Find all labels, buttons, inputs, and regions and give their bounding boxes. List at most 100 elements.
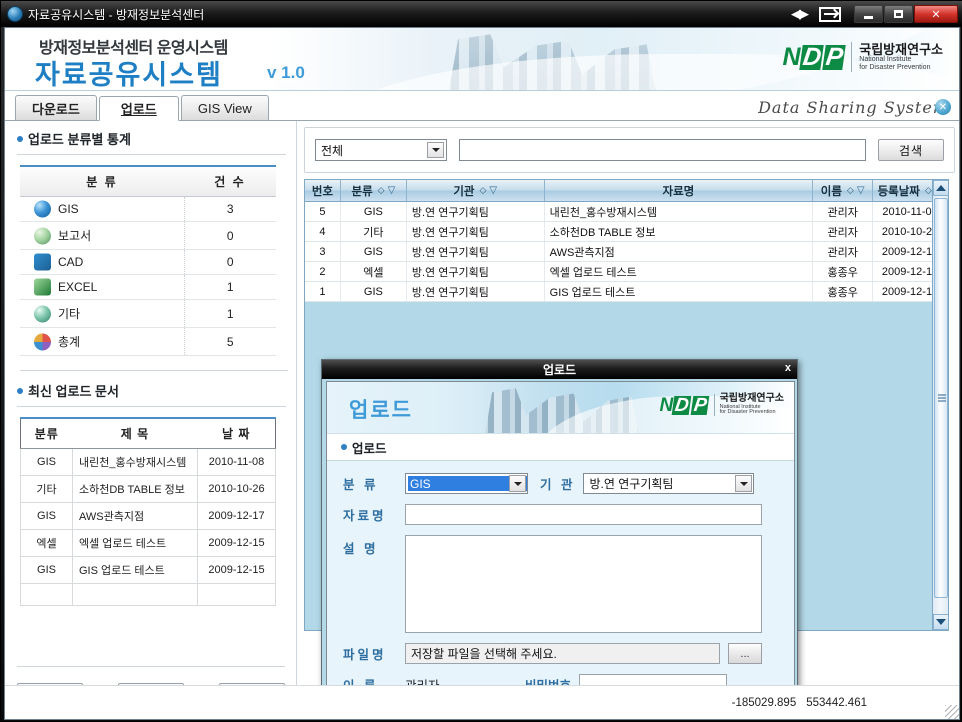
grid-cell-no: 5 [305,202,341,221]
dialog-body: 업로드 ND P 국립방재연구소 National Institute for D… [326,381,795,719]
grid-vertical-scrollbar[interactable] [932,180,948,630]
maximize-icon [894,10,903,18]
table-row[interactable]: EXCEL 1 [20,274,276,300]
ndp-mark-icon: NDP [659,394,709,416]
stats-section-title: 업로드 분류별 통계 [28,132,131,147]
description-textarea[interactable] [405,535,762,633]
close-icon[interactable]: ✕ [935,99,951,115]
table-row[interactable]: 1 GIS 방.연 연구기획팀 GIS 업로드 테스트 홍종우 2009-12-… [305,282,948,302]
filter-funnel-icon[interactable]: ▽ [857,185,865,196]
stats-col-count: 건 수 [184,166,276,197]
ndp-logo: NDP 국립방재연구소 National Institute for Disas… [782,42,943,72]
grid-cell-category: 엑셀 [341,262,407,281]
close-button[interactable]: ✕ [914,5,958,23]
panel-divider [20,370,288,371]
filter-funnel-icon[interactable]: ▽ [489,185,497,196]
browse-file-button[interactable]: ... [728,643,762,664]
grid-cell-org: 방.연 연구기획팀 [407,282,545,301]
list-item[interactable]: GIS 내린천_홍수방재시스템 2010-11-08 [20,448,276,476]
grid-cell-user: 관리자 [813,222,874,241]
recent-col-title: 제 목 [72,418,198,449]
restore-window-icon[interactable] [819,6,841,22]
maximize-button[interactable] [884,5,913,23]
recent-col-category: 분류 [20,418,73,449]
bullet-icon [17,135,23,142]
dialog-banner: 업로드 ND P 국립방재연구소 National Institute for D… [327,382,794,434]
grid-col-no[interactable]: 번호 [305,180,341,201]
sort-icon[interactable]: ◇ [847,185,854,196]
resize-grip[interactable] [945,705,959,719]
tab-gis-view[interactable]: GIS View [180,95,269,120]
grid-cell-category: 기타 [341,222,407,241]
table-row[interactable]: 4 기타 방.연 연구기획팀 소하천DB TABLE 정보 관리자 2010-1… [305,222,948,242]
dataname-input[interactable] [405,504,762,525]
table-row[interactable]: 기타 1 [20,299,276,328]
report-icon [34,227,51,244]
search-bar: 전체 검색 [304,127,955,173]
search-filter-select[interactable]: 전체 [315,139,447,161]
application-window: 자료공유시스템 - 방재정보분석센터 ◀▶ ✕ 방재정보분석센터 운영시스템 자… [0,0,962,722]
bullet-icon [341,444,347,450]
close-icon[interactable]: x [785,362,791,374]
titlebar-controls: ◀▶ ✕ [791,5,962,23]
table-row[interactable]: CAD 0 [20,249,276,275]
minimize-button[interactable] [854,5,883,23]
ndp-letter-p: P [690,394,709,416]
search-input[interactable] [459,139,866,161]
grid-col-category[interactable]: 분류 ◇ ▽ [341,180,407,201]
org-select[interactable]: 방.연 연구기획팀 [583,473,755,494]
tab-download[interactable]: 다운로드 [15,95,97,120]
ndp-logo-text: 국립방재연구소 National Institute for Disaster … [859,43,943,71]
chevron-down-icon[interactable] [735,475,753,492]
table-row[interactable]: 2 엑셀 방.연 연구기획팀 엑셀 업로드 테스트 홍종우 2009-12-15 [305,262,948,282]
stats-cell-count: 0 [183,249,276,275]
list-item[interactable]: GIS AWS관측지점 2009-12-17 [20,502,276,530]
stats-label: EXCEL [58,280,98,294]
list-item[interactable]: 엑셀 엑셀 업로드 테스트 2009-12-15 [20,529,276,557]
grid-col-org[interactable]: 기관 ◇ ▽ [407,180,545,201]
chevron-down-icon[interactable] [427,142,444,158]
recent-cell-category: GIS [20,556,73,584]
recent-cell-title: AWS관측지점 [72,502,198,530]
table-row[interactable]: 보고서 0 [20,221,276,250]
recent-cell-category: 기타 [20,475,73,503]
search-button[interactable]: 검색 [878,139,944,161]
ndp-logo: NDP 국립방재연구소 National Institute for Disas… [659,393,784,417]
category-select[interactable]: GIS [405,473,528,494]
list-item[interactable]: GIS GIS 업로드 테스트 2009-12-15 [20,556,276,584]
filter-funnel-icon[interactable]: ▽ [388,185,396,196]
app-banner: 방재정보분석센터 운영시스템 자료공유시스템 v 1.0 NDP 국립방재연구소… [5,28,959,91]
ndp-letter-d: D [671,394,692,416]
nav-prev-next-icon[interactable]: ◀▶ [791,6,809,22]
recent-cell-title: GIS 업로드 테스트 [72,556,198,584]
tab-upload[interactable]: 업로드 [98,96,179,121]
sort-icon[interactable]: ◇ [378,185,385,196]
grid-cell-org: 방.연 연구기획팀 [407,222,545,241]
table-row[interactable]: 총계 5 [20,327,276,356]
dialog-titlebar[interactable]: 업로드 x [322,360,797,379]
list-item[interactable]: 기타 소하천DB TABLE 정보 2010-10-26 [20,475,276,503]
globe-icon [7,6,23,22]
chevron-down-icon[interactable] [509,475,526,492]
scrollbar-thumb[interactable] [934,198,948,598]
filename-input[interactable]: 저장할 파일을 선택해 주세요. [405,643,720,664]
dialog-banner-heading: 업로드 [349,399,413,422]
sort-icon[interactable]: ◇ [925,185,932,196]
stats-cell-count: 1 [183,299,276,328]
table-row[interactable]: 5 GIS 방.연 연구기획팀 내린천_홍수방재시스템 관리자 2010-11-… [305,202,948,222]
scroll-up-button[interactable] [933,180,948,196]
recent-cell-category: 엑셀 [20,529,73,557]
grid-col-dataname[interactable]: 자료명 [545,180,814,201]
ndp-logo-text: 국립방재연구소 National Institute for Disaster … [719,393,784,416]
logo-divider [713,394,715,417]
recent-cell-date: 2010-10-26 [197,475,276,503]
table-row[interactable]: 3 GIS 방.연 연구기획팀 AWS관측지점 관리자 2009-12-17 [305,242,948,262]
table-row[interactable]: GIS 3 [20,196,276,222]
dialog-section-header: 업로드 [327,434,794,461]
ndp-korean-name: 국립방재연구소 [719,393,784,404]
stats-cell-category: GIS [20,196,184,222]
stats-cell-category: 보고서 [20,221,184,250]
sort-icon[interactable]: ◇ [479,185,486,196]
grid-col-user[interactable]: 이름 ◇ ▽ [813,180,874,201]
scroll-down-button[interactable] [933,614,948,630]
